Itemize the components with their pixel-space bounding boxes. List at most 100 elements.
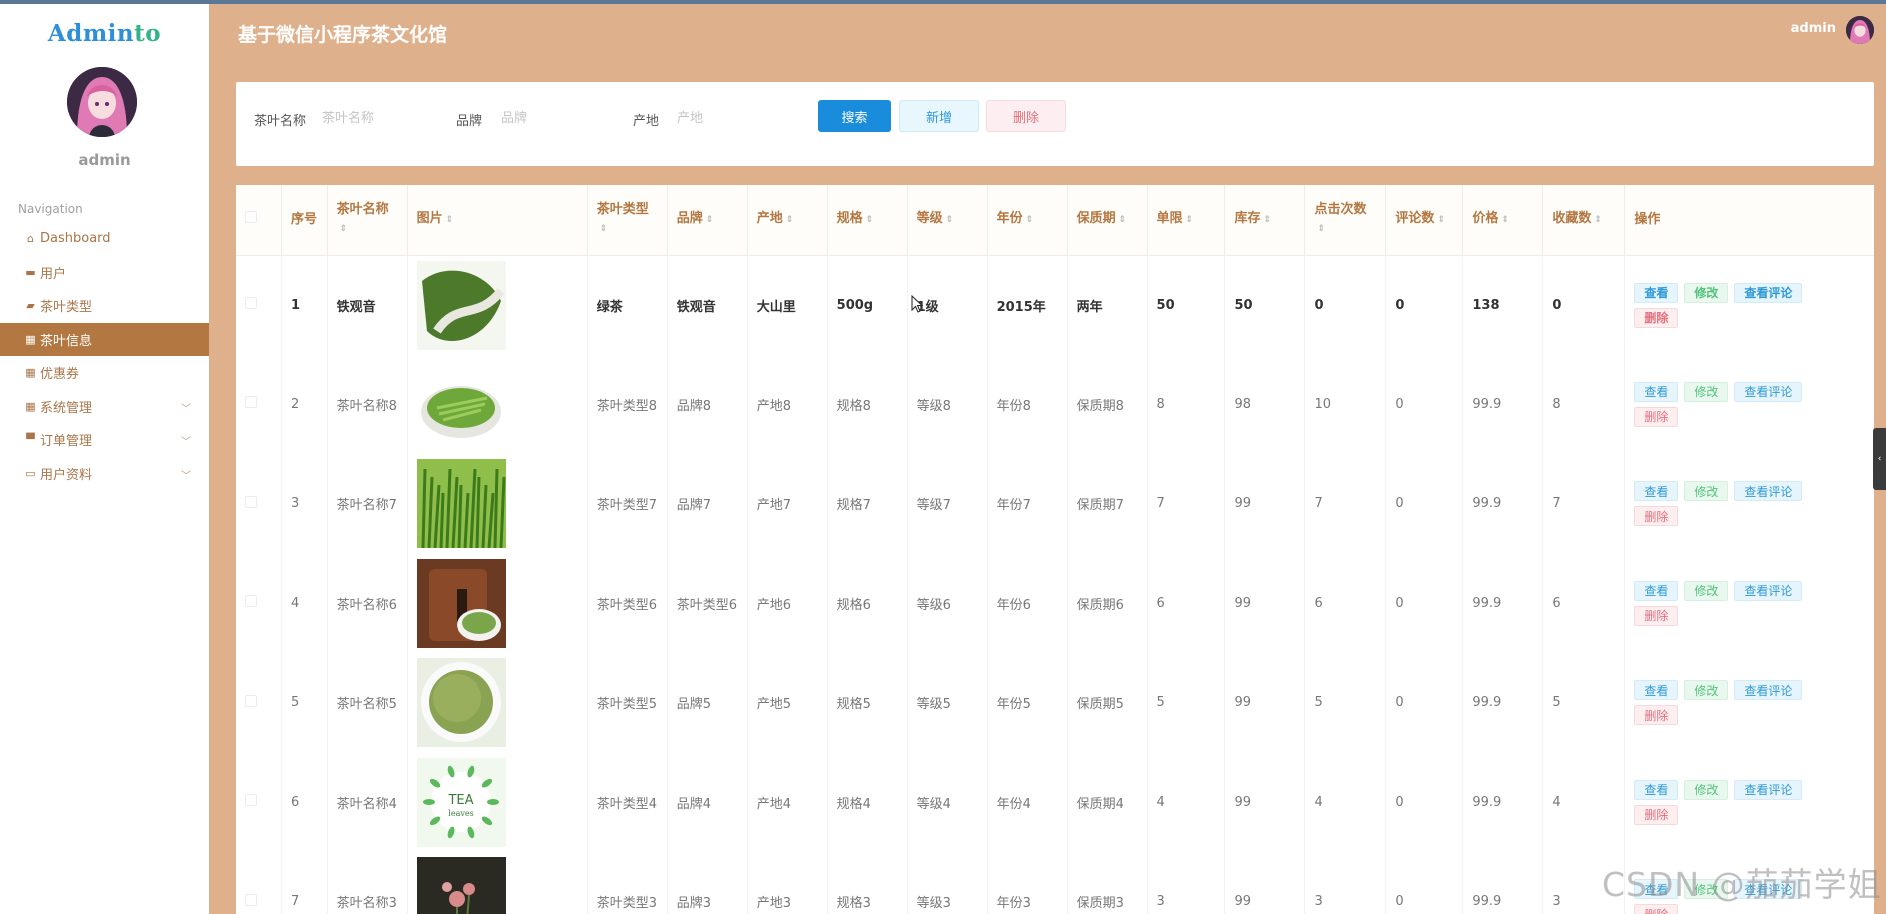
tea-image[interactable] xyxy=(416,658,506,748)
view-button[interactable]: 查看 xyxy=(1634,580,1679,601)
column-header[interactable]: 茶叶名称 ⇕ xyxy=(327,185,408,256)
row-checkbox[interactable] xyxy=(245,396,257,409)
column-header[interactable]: 等级 ⇕ xyxy=(907,185,988,256)
sidebar-item-1[interactable]: ▬ 用户 xyxy=(0,256,209,290)
edit-button[interactable]: 修改 xyxy=(1684,680,1729,701)
column-header[interactable]: 价格 ⇕ xyxy=(1462,185,1544,256)
sort-icon[interactable]: ⇕ xyxy=(1317,224,1325,234)
name-filter-input[interactable] xyxy=(322,102,432,134)
sidebar-item-0[interactable]: ⌂ Dashboard xyxy=(0,222,209,256)
row-checkbox[interactable] xyxy=(245,794,257,807)
view-comments-button[interactable]: 查看评论 xyxy=(1734,879,1803,900)
row-checkbox[interactable] xyxy=(245,297,257,309)
column-header[interactable]: 单限 ⇕ xyxy=(1147,185,1226,256)
view-comments-button[interactable]: 查看评论 xyxy=(1734,680,1803,701)
edit-button[interactable]: 修改 xyxy=(1684,481,1729,502)
sidebar-item-3[interactable]: ▦ 茶叶信息 xyxy=(0,322,209,356)
tea-image[interactable] xyxy=(416,558,506,648)
edit-button[interactable]: 修改 xyxy=(1684,879,1729,900)
search-button[interactable]: 搜索 xyxy=(818,100,891,132)
sort-icon[interactable]: ⇕ xyxy=(1437,215,1445,225)
sort-icon[interactable]: ⇕ xyxy=(1186,215,1194,225)
origin-filter-input[interactable] xyxy=(677,102,787,134)
view-button[interactable]: 查看 xyxy=(1634,381,1679,402)
collapse-handle[interactable]: ‹ xyxy=(1873,428,1886,490)
header-username[interactable]: admin xyxy=(1791,21,1836,36)
column-header[interactable]: 品牌 ⇕ xyxy=(667,185,748,256)
tea-image[interactable]: TEAleaves xyxy=(416,757,506,847)
sort-icon[interactable]: ⇕ xyxy=(946,215,954,225)
tea-image[interactable] xyxy=(416,260,506,350)
view-button[interactable]: 查看 xyxy=(1634,282,1679,303)
view-button[interactable]: 查看 xyxy=(1634,779,1679,800)
column-header[interactable]: 点击次数 ⇕ xyxy=(1304,185,1387,256)
row-delete-button[interactable]: 删除 xyxy=(1634,804,1679,825)
sidebar-item-4[interactable]: ▦ 优惠券 xyxy=(0,356,209,390)
table-row[interactable]: 3 茶叶名称7 茶叶类型7 品牌7 产地7 规格7 等级7 年份7 保质期7 7 99 7 0 99.9 7… xyxy=(236,454,1874,554)
avatar[interactable] xyxy=(67,67,137,137)
edit-button[interactable]: 修改 xyxy=(1684,381,1729,402)
view-comments-button[interactable]: 查看评论 xyxy=(1734,779,1803,800)
view-comments-button[interactable]: 查看评论 xyxy=(1734,282,1803,303)
view-button[interactable]: 查看 xyxy=(1634,680,1679,701)
sidebar-item-5[interactable]: ▦ 系统管理 ﹀ xyxy=(0,390,209,424)
table-row[interactable]: 4 茶叶名称6 茶叶类型6 茶叶类型6 产地6 规格6 等级6 年份6 保质期6 6 99 6 0 99.… xyxy=(236,553,1874,653)
sort-icon[interactable]: ⇕ xyxy=(1119,215,1127,225)
edit-button[interactable]: 修改 xyxy=(1684,282,1729,303)
sort-icon[interactable]: ⇕ xyxy=(706,215,714,225)
column-header[interactable]: 序号 xyxy=(281,185,328,256)
sort-icon[interactable]: ⇕ xyxy=(600,224,608,234)
row-delete-button[interactable]: 删除 xyxy=(1634,605,1679,626)
sidebar-item-6[interactable]: ▀ 订单管理 ﹀ xyxy=(0,423,209,457)
row-delete-button[interactable]: 删除 xyxy=(1634,904,1679,914)
view-button[interactable]: 查看 xyxy=(1634,481,1679,502)
view-comments-button[interactable]: 查看评论 xyxy=(1734,381,1803,402)
sort-icon[interactable]: ⇕ xyxy=(866,215,874,225)
tea-image[interactable] xyxy=(416,459,506,549)
view-comments-button[interactable]: 查看评论 xyxy=(1734,481,1803,502)
column-header[interactable]: 图片 ⇕ xyxy=(407,185,588,256)
row-checkbox[interactable] xyxy=(245,495,257,508)
app-logo[interactable]: Adminto xyxy=(0,20,209,47)
sort-icon[interactable]: ⇕ xyxy=(1263,215,1271,225)
row-checkbox[interactable] xyxy=(245,893,257,906)
sort-icon[interactable]: ⇕ xyxy=(786,215,794,225)
sort-icon[interactable]: ⇕ xyxy=(1501,215,1509,225)
column-header[interactable]: 年份 ⇕ xyxy=(987,185,1068,256)
sort-icon[interactable]: ⇕ xyxy=(1026,215,1034,225)
sidebar-item-7[interactable]: ▭ 用户资料 ﹀ xyxy=(0,457,209,491)
sort-icon[interactable]: ⇕ xyxy=(446,215,454,225)
header-avatar[interactable] xyxy=(1846,16,1874,44)
column-header[interactable]: 产地 ⇕ xyxy=(747,185,828,256)
table-row[interactable]: 2 茶叶名称8 茶叶类型8 品牌8 产地8 规格8 等级8 年份8 保质期8 8 98 10 0 99.9… xyxy=(236,354,1874,454)
brand-filter-input[interactable] xyxy=(501,102,611,134)
column-header[interactable]: 规格 ⇕ xyxy=(827,185,908,256)
sort-icon[interactable]: ⇕ xyxy=(1594,215,1602,225)
tea-image[interactable] xyxy=(416,359,506,449)
edit-button[interactable]: 修改 xyxy=(1684,779,1729,800)
add-button[interactable]: 新增 xyxy=(899,100,979,132)
table-row[interactable]: 6 茶叶名称4 TEA leaves 茶叶类型4 品牌4 产地4 规格4 等级4 年份4 保质期4 4… xyxy=(236,752,1874,852)
row-delete-button[interactable]: 删除 xyxy=(1634,406,1679,427)
column-header[interactable]: 收藏数 ⇕ xyxy=(1542,185,1626,256)
row-delete-button[interactable]: 删除 xyxy=(1634,307,1679,328)
column-header[interactable]: 茶叶类型 ⇕ xyxy=(587,185,668,256)
sort-icon[interactable]: ⇕ xyxy=(340,224,348,234)
sidebar-item-2[interactable]: ▰ 茶叶类型 xyxy=(0,289,209,323)
table-row[interactable]: 7 茶叶名称3 茶叶类型3 品牌3 产地3 规格3 等级3 年份3 保质期3 3 99 3 0 99.9 3… xyxy=(236,852,1874,914)
row-delete-button[interactable]: 删除 xyxy=(1634,705,1679,726)
row-checkbox[interactable] xyxy=(245,595,257,608)
row-checkbox[interactable] xyxy=(245,694,257,707)
view-button[interactable]: 查看 xyxy=(1634,879,1679,900)
tea-image[interactable] xyxy=(416,857,506,914)
table-row[interactable]: 1 铁观音 绿茶 铁观音 大山里 500g 1级 2015年 两年 50 50 0 0 138 0 查看 修改查… xyxy=(236,255,1874,355)
column-header[interactable]: 评论数 ⇕ xyxy=(1385,185,1464,256)
delete-button[interactable]: 删除 xyxy=(986,100,1066,132)
select-all-checkbox[interactable] xyxy=(245,210,257,223)
edit-button[interactable]: 修改 xyxy=(1684,580,1729,601)
column-header[interactable]: 库存 ⇕ xyxy=(1224,185,1306,256)
column-header[interactable]: 保质期 ⇕ xyxy=(1067,185,1148,256)
view-comments-button[interactable]: 查看评论 xyxy=(1734,580,1803,601)
table-row[interactable]: 5 茶叶名称5 茶叶类型5 品牌5 产地5 规格5 等级5 年份5 保质期5 5 99 5 0 99.9 5… xyxy=(236,653,1874,753)
row-delete-button[interactable]: 删除 xyxy=(1634,506,1679,527)
